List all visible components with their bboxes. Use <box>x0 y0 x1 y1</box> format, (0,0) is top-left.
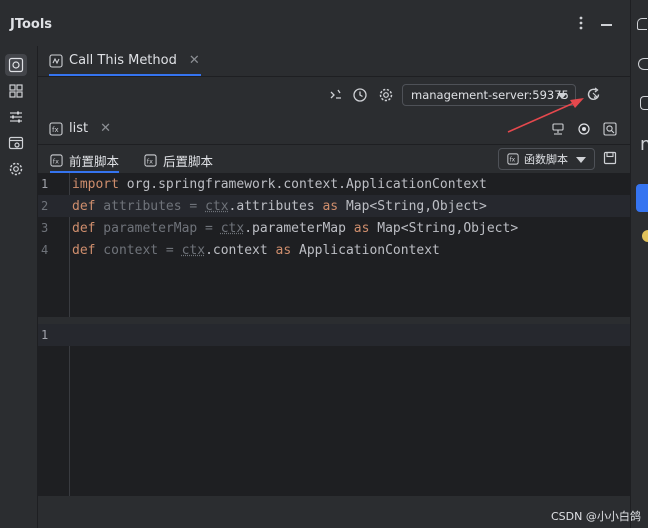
ai-assistant-icon[interactable] <box>642 230 648 242</box>
watermark: CSDN @小小白鸽 <box>551 508 641 524</box>
code-token: parameterMap = <box>95 221 220 236</box>
script-file-icon: fx <box>49 122 63 136</box>
code-token: ctx <box>221 221 244 236</box>
chevron-down-icon <box>576 157 586 163</box>
tab-label: 后置脚本 <box>163 151 213 170</box>
close-tab-icon[interactable]: ✕ <box>100 121 111 136</box>
code-token: Map<String,Object> <box>338 199 487 214</box>
debug-icon[interactable] <box>328 87 344 107</box>
code-line: 4 def context = ctx.context as Applicatio… <box>38 239 630 261</box>
code-token: attributes = <box>95 199 205 214</box>
script-file-icon: fx <box>507 153 519 165</box>
script-file-icon: fx <box>50 154 63 167</box>
post-script-editor[interactable]: 1 <box>38 324 630 496</box>
line-number: 4 <box>38 243 69 257</box>
minimize-icon[interactable] <box>601 24 612 26</box>
tab-post-script[interactable]: fx 后置脚本 <box>144 149 213 171</box>
code-token: def <box>72 243 95 258</box>
code-token: .attributes <box>229 199 323 214</box>
code-token: def <box>72 221 95 236</box>
app-title: JTools <box>10 17 52 32</box>
browser-window-icon[interactable] <box>5 132 27 154</box>
tab-label: 前置脚本 <box>69 151 119 170</box>
line-number: 1 <box>38 328 69 342</box>
pre-script-editor[interactable]: 1 import org.springframework.context.Appl… <box>38 173 630 317</box>
line-number: 2 <box>38 199 69 213</box>
line-number: 1 <box>38 177 69 191</box>
tab-call-this-method[interactable]: Call This Method ✕ <box>49 53 200 68</box>
code-token: ctx <box>205 199 228 214</box>
notifications-icon[interactable] <box>637 18 647 30</box>
gutter-divider <box>69 324 70 496</box>
code-line: 3 def parameterMap = ctx.parameterMap as … <box>38 217 630 239</box>
code-text: import org.springframework.context.Appli… <box>69 177 487 192</box>
filter-settings-icon[interactable] <box>5 106 27 128</box>
right-toolbar <box>630 0 648 528</box>
code-token: def <box>72 199 95 214</box>
svg-text:fx: fx <box>53 157 59 165</box>
maven-icon[interactable]: m <box>640 136 648 154</box>
editor-splitter[interactable] <box>38 317 630 324</box>
code-token: org.springframework.context.ApplicationC… <box>119 177 487 192</box>
copilot-icon[interactable] <box>638 58 648 70</box>
main-tab-strip: Call This Method ✕ <box>38 46 630 77</box>
code-line: 2 def attributes = ctx.attributes as Map<… <box>38 195 630 217</box>
method-tab-icon <box>49 54 63 68</box>
svg-text:fx: fx <box>52 126 59 134</box>
jtools-plugin-icon[interactable] <box>636 184 648 212</box>
code-token: .parameterMap <box>244 221 354 236</box>
tab-label: list <box>69 121 88 136</box>
code-token: .context <box>205 243 275 258</box>
call-method-rail-icon[interactable] <box>5 54 27 76</box>
history-clock-icon[interactable] <box>352 87 368 107</box>
code-token: context = <box>95 243 181 258</box>
target-icon[interactable] <box>577 122 591 140</box>
active-tab-indicator <box>49 74 201 76</box>
config-gear-icon[interactable] <box>378 87 394 107</box>
tab-list[interactable]: fx list ✕ <box>49 121 111 136</box>
grid-icon[interactable] <box>5 80 27 102</box>
more-options-icon[interactable] <box>575 16 587 34</box>
network-icon[interactable] <box>551 122 565 140</box>
close-tab-icon[interactable]: ✕ <box>189 53 200 68</box>
line-number: 3 <box>38 221 69 235</box>
function-script-label: 函数脚本 <box>524 151 568 167</box>
settings-gear-icon[interactable] <box>5 158 27 180</box>
code-token: Map<String,Object> <box>369 221 518 236</box>
script-file-icon: fx <box>144 154 157 167</box>
code-line: 1 <box>38 324 630 346</box>
svg-text:fx: fx <box>147 157 153 165</box>
code-line: 1 import org.springframework.context.Appl… <box>38 173 630 195</box>
save-icon[interactable] <box>603 151 617 169</box>
code-text: def parameterMap = ctx.parameterMap as M… <box>69 221 518 236</box>
search-icon[interactable] <box>603 122 617 140</box>
code-token: ctx <box>182 243 205 258</box>
code-token: as <box>354 221 370 236</box>
tool-window-header <box>0 0 630 46</box>
code-token: as <box>276 243 292 258</box>
function-script-button[interactable]: fx 函数脚本 <box>498 148 595 170</box>
code-token: as <box>322 199 338 214</box>
database-icon[interactable] <box>640 96 648 110</box>
code-text: def attributes = ctx.attributes as Map<S… <box>69 199 487 214</box>
tab-label: Call This Method <box>69 53 177 68</box>
svg-text:fx: fx <box>510 157 516 164</box>
code-token: import <box>72 177 119 192</box>
tab-pre-script[interactable]: fx 前置脚本 <box>50 149 119 173</box>
code-token: ApplicationContext <box>291 243 440 258</box>
code-text: def context = ctx.context as Application… <box>69 243 440 258</box>
